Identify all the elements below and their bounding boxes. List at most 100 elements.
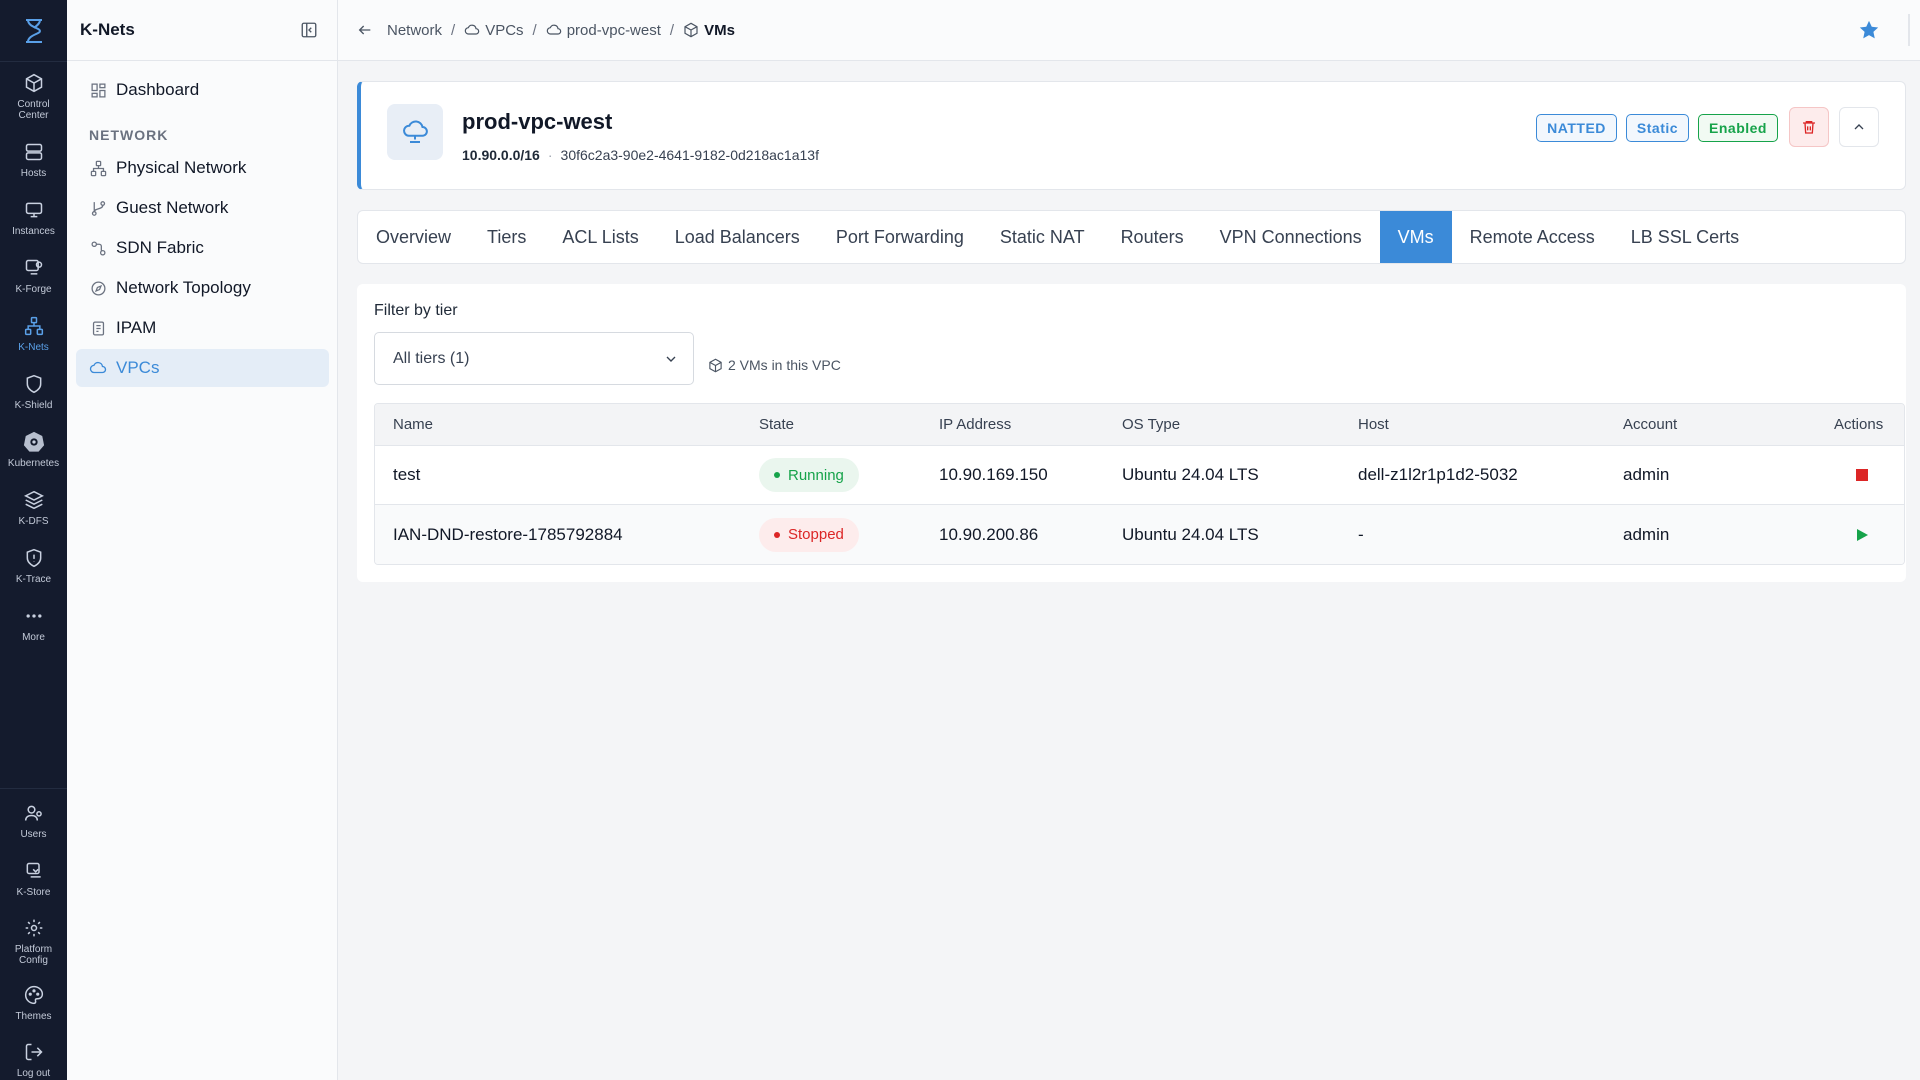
cube-icon [23, 72, 45, 94]
rail-item-control-center[interactable]: Control Center [0, 72, 67, 121]
sidebar-item-physical-network[interactable]: Physical Network [76, 149, 329, 187]
rail-item-k-store[interactable]: K-Store [0, 860, 67, 898]
network-icon [23, 315, 45, 337]
tab-load-balancers[interactable]: Load Balancers [657, 211, 818, 263]
scrollbar[interactable] [1908, 14, 1910, 46]
cloud-network-icon [387, 104, 443, 160]
vpc-header-card: prod-vpc-west 10.90.0.0/16 · 30f6c2a3-90… [357, 81, 1906, 190]
rail-item-k-nets[interactable]: K-Nets [0, 315, 67, 353]
tab-acl-lists[interactable]: ACL Lists [544, 211, 656, 263]
cube-icon [683, 22, 699, 38]
vpc-name: prod-vpc-west [462, 109, 613, 134]
vpc-cidr: 10.90.0.0/16 [462, 147, 540, 163]
branch-icon [89, 199, 107, 217]
rail-label: Themes [15, 1011, 52, 1022]
users-icon [23, 802, 45, 824]
tab-routers[interactable]: Routers [1103, 211, 1202, 263]
gear-icon [23, 917, 45, 939]
vm-ip: 10.90.200.86 [939, 524, 1039, 544]
sidebar-item-vpcs[interactable]: VPCs [76, 349, 329, 387]
vm-count-text: 2 VMs in this VPC [728, 357, 841, 373]
static-badge: Static [1625, 114, 1690, 142]
delete-button[interactable] [1789, 107, 1829, 147]
trash-icon [1803, 121, 1815, 134]
rail-label: Control Center [17, 99, 50, 121]
sidebar-item-sdn-fabric[interactable]: SDN Fabric [76, 229, 329, 267]
tab-port-forwarding[interactable]: Port Forwarding [818, 211, 982, 263]
rail-item-more[interactable]: More [0, 605, 67, 643]
rail-label: K-Store [16, 887, 51, 898]
chevron-up-icon [1854, 124, 1864, 130]
column-header-ip[interactable]: IP Address [939, 416, 1011, 433]
tier-filter-select[interactable]: All tiers (1) [374, 332, 694, 385]
tab-static-nat[interactable]: Static NAT [982, 211, 1103, 263]
vm-os: Ubuntu 24.04 LTS [1122, 465, 1259, 484]
column-header-state[interactable]: State [759, 416, 794, 433]
rail-label: K-Nets [18, 342, 49, 353]
rail-label: K-Trace [15, 574, 52, 585]
compass-icon [89, 279, 107, 297]
breadcrumb-network[interactable]: Network [387, 22, 442, 39]
rail-label: K-Shield [14, 400, 53, 411]
vm-account: admin [1623, 465, 1670, 484]
rail-label: Users [20, 829, 47, 840]
rail-item-themes[interactable]: Themes [0, 984, 67, 1022]
back-arrow-icon[interactable] [355, 20, 375, 40]
rail-item-instances[interactable]: Instances [0, 199, 67, 237]
play-icon[interactable] [1853, 526, 1871, 544]
cloud-icon [464, 22, 480, 38]
vm-host: dell-z1l2r1p1d2-5032 [1358, 465, 1518, 484]
logout-icon [23, 1041, 45, 1063]
vm-count: 2 VMs in this VPC [708, 357, 841, 373]
rail-item-hosts[interactable]: Hosts [0, 141, 67, 179]
sidebar-collapse-icon[interactable] [299, 20, 319, 40]
rail-item-k-trace[interactable]: K-Trace [0, 547, 67, 585]
vm-name[interactable]: IAN-DND-restore-1785792884 [393, 525, 623, 545]
star-icon[interactable] [1858, 19, 1880, 41]
table-row[interactable]: test Running 10.90.169.150 Ubuntu 24.04 … [375, 446, 1904, 505]
vm-host: - [1358, 524, 1364, 544]
table-header: Name State IP Address OS Type Host Accou… [375, 404, 1904, 446]
rail-item-platform-config[interactable]: Platform Config [0, 917, 67, 966]
dashboard-icon [89, 81, 107, 99]
tab-lb-ssl-certs[interactable]: LB SSL Certs [1613, 211, 1757, 263]
collapse-button[interactable] [1839, 107, 1879, 147]
vms-card: Filter by tier All tiers (1) 2 VMs in th… [357, 284, 1906, 582]
column-header-host[interactable]: Host [1358, 416, 1389, 433]
rail-item-users[interactable]: Users [0, 802, 67, 840]
rail-item-log-out[interactable]: Log out [0, 1041, 67, 1079]
tab-vms[interactable]: VMs [1379, 211, 1452, 263]
vm-name[interactable]: test [393, 465, 420, 485]
rail-label: Log out [16, 1068, 51, 1079]
rail-item-k-dfs[interactable]: K-DFS [0, 489, 67, 527]
vm-os: Ubuntu 24.04 LTS [1122, 524, 1259, 544]
sidebar-item-guest-network[interactable]: Guest Network [76, 189, 329, 227]
tab-vpn-connections[interactable]: VPN Connections [1202, 211, 1380, 263]
tab-overview[interactable]: Overview [358, 211, 469, 263]
rail-item-k-shield[interactable]: K-Shield [0, 373, 67, 411]
hourglass-logo-icon[interactable] [0, 12, 67, 50]
sidebar-item-dashboard[interactable]: Dashboard [76, 71, 329, 109]
monitor-icon [23, 199, 45, 221]
sidebar-item-ipam[interactable]: IPAM [76, 309, 329, 347]
tab-tiers[interactable]: Tiers [469, 211, 544, 263]
table-row[interactable]: IAN-DND-restore-1785792884 Stopped 10.90… [375, 505, 1904, 564]
column-header-account[interactable]: Account [1623, 416, 1677, 433]
breadcrumb-vpcs[interactable]: VPCs [464, 22, 524, 39]
enabled-badge: Enabled [1698, 114, 1778, 142]
filter-label: Filter by tier [374, 302, 458, 319]
rail-label: Kubernetes [7, 458, 60, 469]
cube-icon [708, 358, 723, 373]
tier-filter-value: All tiers (1) [393, 349, 470, 367]
cloud-icon [89, 359, 107, 377]
rail-item-k-forge[interactable]: K-Forge [0, 257, 67, 295]
sidebar-item-network-topology[interactable]: Network Topology [76, 269, 329, 307]
tab-remote-access[interactable]: Remote Access [1452, 211, 1613, 263]
column-header-os[interactable]: OS Type [1122, 416, 1180, 433]
stop-icon[interactable] [1853, 466, 1871, 484]
rail-item-kubernetes[interactable]: Kubernetes [0, 431, 67, 469]
column-header-name[interactable]: Name [393, 416, 433, 433]
ipam-icon [89, 319, 107, 337]
breadcrumb-vms: VMs [683, 22, 735, 39]
breadcrumb-vpc[interactable]: prod-vpc-west [546, 22, 661, 39]
